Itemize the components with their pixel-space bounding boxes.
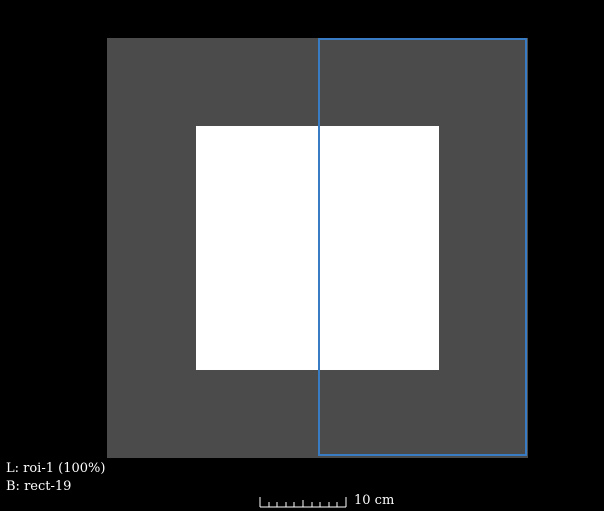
left-layer-label: L: roi-1 (100%): [6, 461, 106, 476]
bottom-layer-label: B: rect-19: [6, 479, 72, 494]
scale-bar-icon: [259, 497, 347, 508]
image-viewer-viewport[interactable]: L: roi-1 (100%) B: rect-19 10 cm: [0, 0, 604, 511]
scale-bar-label: 10 cm: [354, 493, 395, 508]
roi-rectangle[interactable]: [318, 38, 527, 456]
